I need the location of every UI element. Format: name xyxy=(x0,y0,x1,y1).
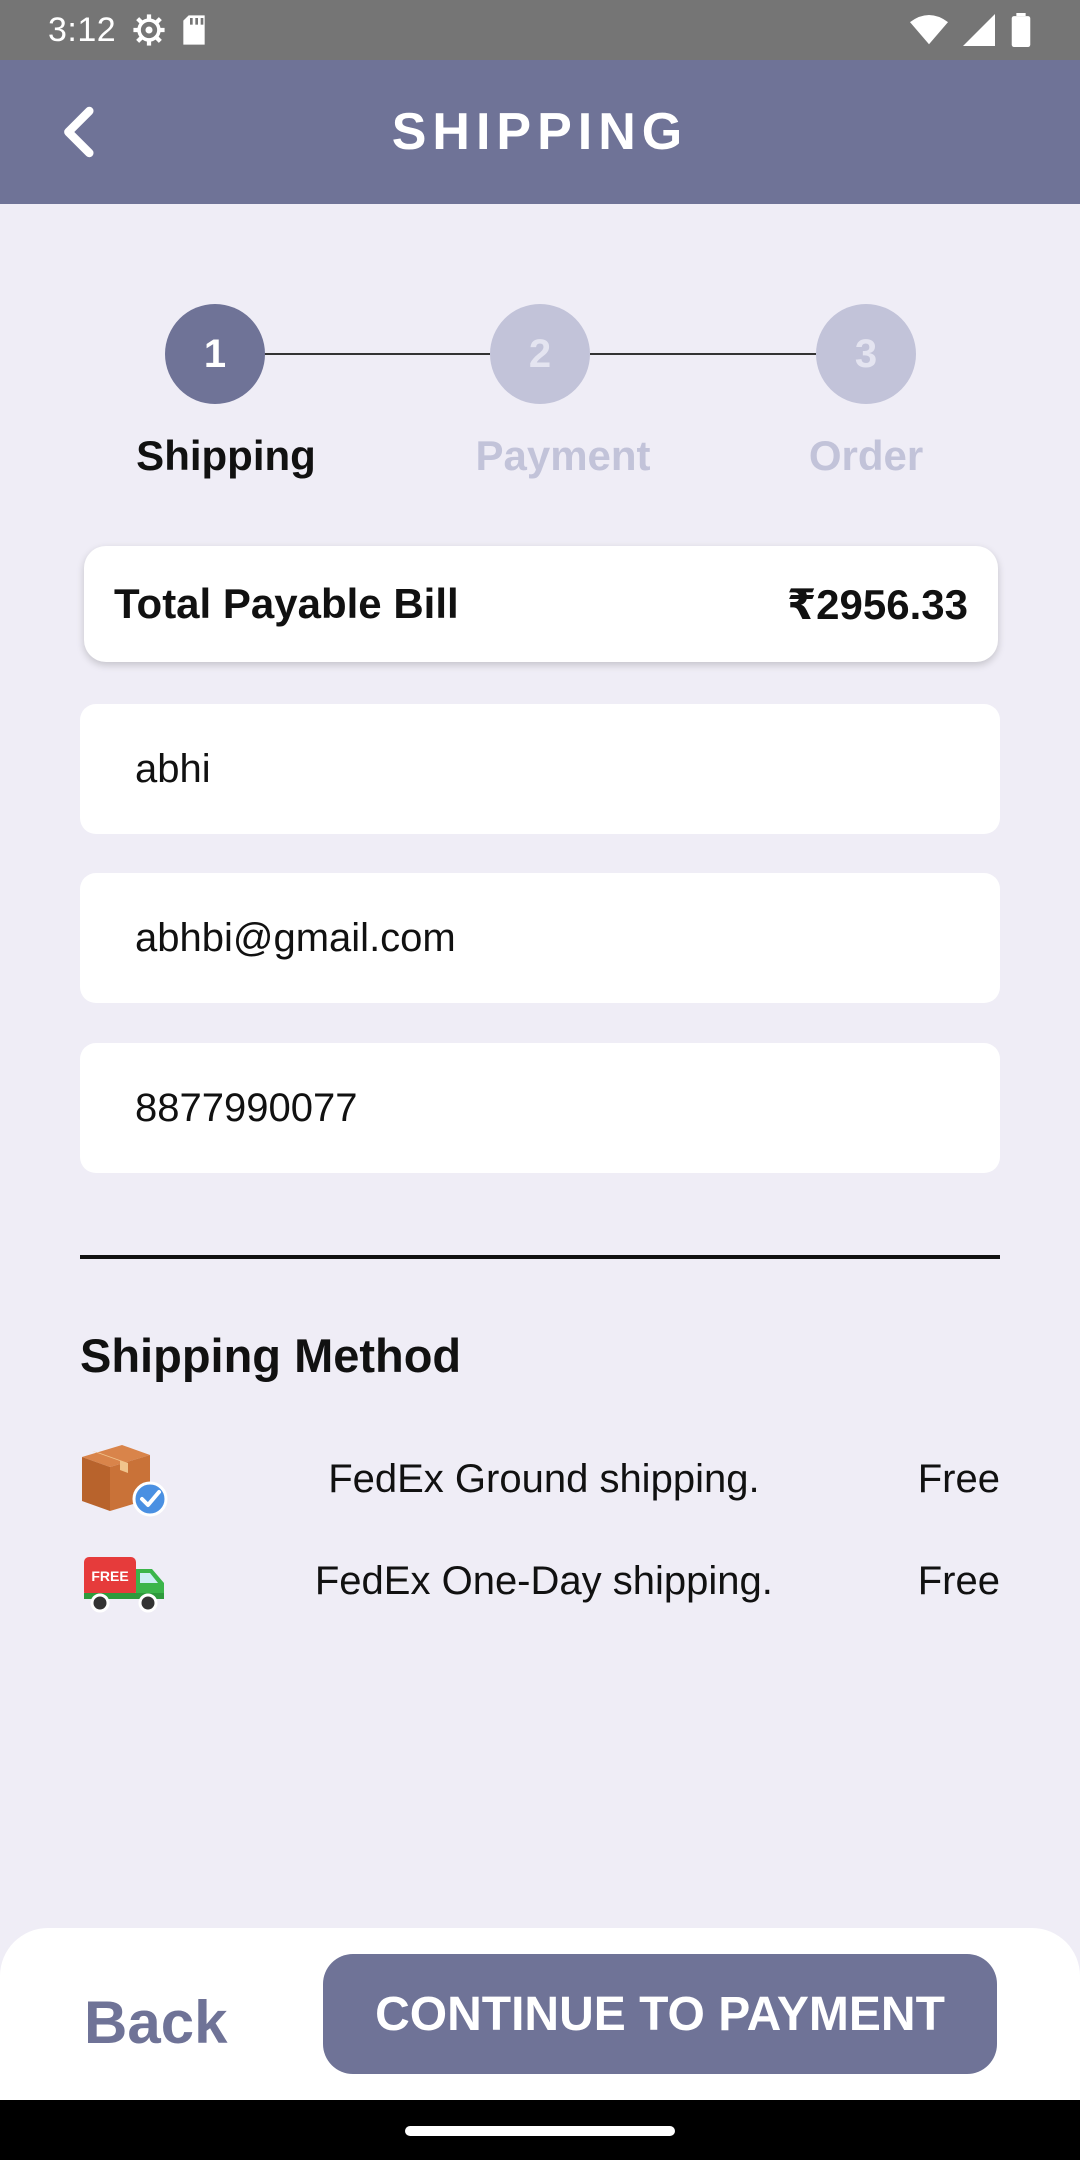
back-button[interactable]: Back xyxy=(84,1988,227,2057)
page-title: SHIPPING xyxy=(391,103,689,161)
step-1-label: Shipping xyxy=(136,432,316,479)
shipping-option-name: FedEx Ground shipping. xyxy=(328,1456,760,1501)
status-icons-right xyxy=(910,13,1032,47)
email-field[interactable] xyxy=(80,873,1000,1003)
battery-icon xyxy=(1011,13,1031,47)
sd-card-icon xyxy=(183,15,205,45)
name-field[interactable] xyxy=(80,704,1000,834)
package-check-icon xyxy=(82,1445,168,1517)
bottom-action-panel: Back CONTINUE TO PAYMENT xyxy=(0,1928,1080,2100)
home-gesture-handle[interactable] xyxy=(405,2126,675,2136)
shipping-screen: 3:12 SHIPPING 1 2 3 Shipping Payment Ord… xyxy=(0,0,1080,2160)
section-divider xyxy=(80,1255,1000,1259)
shipping-option-ground[interactable]: FedEx Ground shipping. Free xyxy=(80,1434,1000,1524)
system-nav-bar xyxy=(0,2100,1080,2160)
status-bar: 3:12 xyxy=(0,0,1080,60)
status-time: 3:12 xyxy=(48,10,117,49)
shipping-option-price: Free xyxy=(917,1456,1000,1501)
phone-field[interactable] xyxy=(80,1043,1000,1173)
bill-label: Total Payable Bill xyxy=(114,580,459,627)
shipping-option-name: FedEx One-Day shipping. xyxy=(314,1558,773,1603)
app-bar: SHIPPING xyxy=(0,60,1080,204)
shipping-method-title: Shipping Method xyxy=(80,1329,462,1382)
signal-icon xyxy=(963,14,995,46)
step-2-label: Payment xyxy=(475,432,651,479)
step-3-circle: 3 xyxy=(816,304,916,404)
settings-icon xyxy=(133,14,165,46)
step-connector xyxy=(264,353,490,355)
free-badge: FREE xyxy=(91,1568,128,1584)
step-1-circle: 1 xyxy=(165,304,265,404)
continue-to-payment-button[interactable]: CONTINUE TO PAYMENT xyxy=(323,1954,997,2074)
status-icons-left xyxy=(132,13,208,47)
step-3-label: Order xyxy=(808,432,924,479)
step-2-circle: 2 xyxy=(490,304,590,404)
shipping-option-price: Free xyxy=(917,1558,1000,1603)
chevron-left-icon[interactable] xyxy=(52,104,108,160)
bill-amount: ₹2956.33 xyxy=(786,580,968,628)
wifi-icon xyxy=(910,14,948,45)
shipping-option-one-day[interactable]: FREE FedEx One-Day shipping. Free xyxy=(80,1536,1000,1626)
total-bill-card: Total Payable Bill ₹2956.33 xyxy=(84,546,998,662)
free-delivery-truck-icon: FREE xyxy=(84,1557,164,1613)
checkout-stepper: 1 2 3 Shipping Payment Order xyxy=(0,300,1080,500)
step-connector xyxy=(590,353,816,355)
